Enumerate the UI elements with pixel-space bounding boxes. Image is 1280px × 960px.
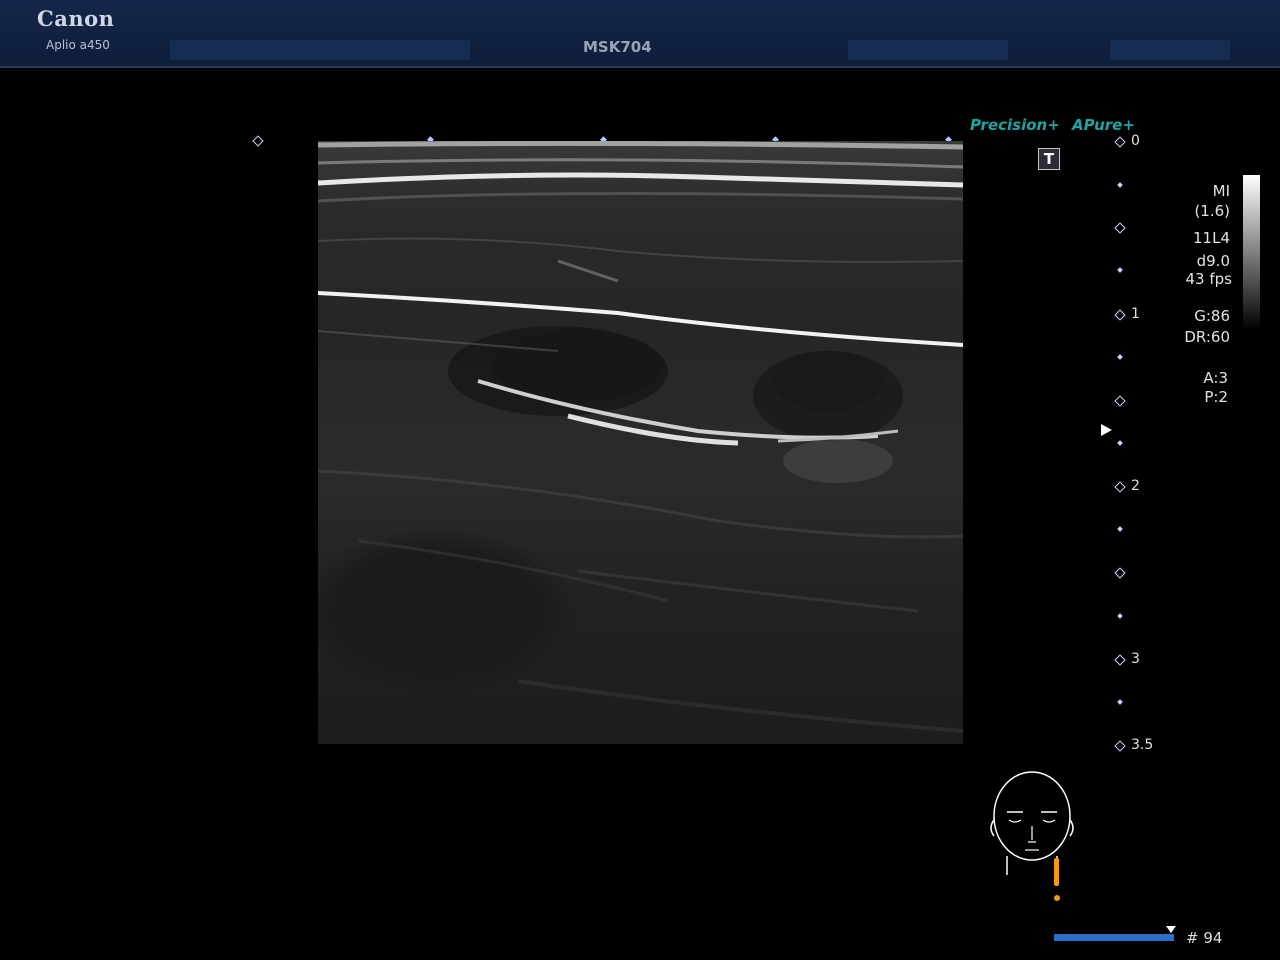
depth-dot bbox=[1117, 699, 1123, 705]
brand-logo: Canon bbox=[37, 6, 115, 31]
depth-dot bbox=[1117, 267, 1123, 273]
depth-dot bbox=[1117, 354, 1123, 360]
ultrasound-echo-structures bbox=[318, 141, 963, 733]
frame-progress-bar[interactable] bbox=[1054, 934, 1174, 941]
grayscale-bar bbox=[1243, 175, 1260, 330]
ultrasound-image[interactable] bbox=[318, 141, 963, 744]
dynamic-range-value: DR:60 bbox=[1184, 328, 1230, 346]
depth-mark-1 bbox=[1114, 309, 1126, 321]
focus-arrow-icon[interactable] bbox=[1101, 424, 1112, 436]
depth-mark bbox=[1114, 222, 1126, 234]
depth-value: d9.0 bbox=[1196, 252, 1230, 270]
mi-label: MI bbox=[1212, 182, 1230, 200]
depth-mark bbox=[1114, 567, 1126, 579]
header-panel-2 bbox=[848, 40, 1008, 60]
head-bodymark-icon[interactable] bbox=[985, 768, 1085, 912]
depth-label-1: 1 bbox=[1131, 306, 1140, 322]
depth-mark-3-5 bbox=[1114, 740, 1126, 752]
depth-dot bbox=[1117, 182, 1123, 188]
depth-mark bbox=[1114, 395, 1126, 407]
depth-label-0: 0 bbox=[1131, 133, 1140, 149]
precision-badge: Precision+ bbox=[970, 116, 1060, 134]
depth-dot bbox=[1117, 440, 1123, 446]
header-panel-1 bbox=[170, 40, 470, 60]
apure-badge: APure+ bbox=[1072, 116, 1135, 134]
depth-dot bbox=[1117, 526, 1123, 532]
orientation-marker bbox=[252, 135, 264, 147]
header-bar: Canon Aplio a450 MSK704 bbox=[0, 0, 1280, 68]
p-value: P:2 bbox=[1204, 388, 1228, 406]
probe-label: 11L4 bbox=[1193, 229, 1230, 247]
t-icon[interactable]: T bbox=[1038, 148, 1060, 170]
mi-value: (1.6) bbox=[1194, 202, 1230, 220]
depth-mark-0 bbox=[1114, 136, 1126, 148]
preset-label: MSK704 bbox=[583, 38, 652, 56]
depth-mark-2 bbox=[1114, 481, 1126, 493]
depth-mark-3 bbox=[1114, 654, 1126, 666]
header-panel-3 bbox=[1110, 40, 1230, 60]
a-value: A:3 bbox=[1203, 369, 1228, 387]
depth-label-2: 2 bbox=[1131, 478, 1140, 494]
depth-dot bbox=[1117, 613, 1123, 619]
frame-marker-icon[interactable] bbox=[1166, 926, 1176, 933]
fps-value: 43 fps bbox=[1185, 270, 1232, 288]
gain-value: G:86 bbox=[1194, 307, 1230, 325]
depth-label-3: 3 bbox=[1131, 651, 1140, 667]
depth-label-3-5: 3.5 bbox=[1131, 737, 1154, 753]
frame-number: # 94 bbox=[1186, 929, 1223, 947]
model-name: Aplio a450 bbox=[46, 38, 110, 52]
